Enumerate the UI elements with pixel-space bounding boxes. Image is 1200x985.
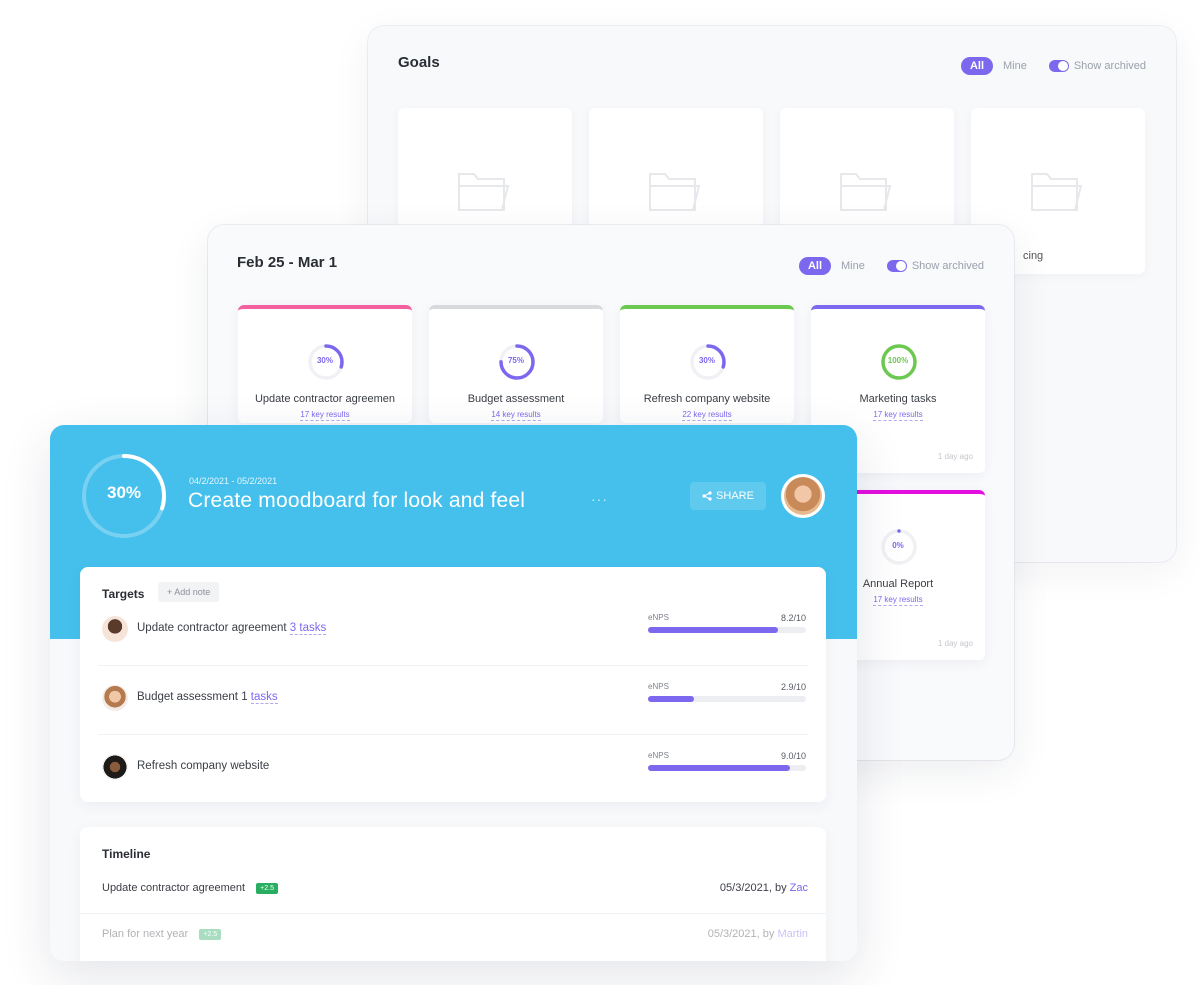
delta-badge: +2.5 [256,883,278,894]
target-row[interactable]: Refresh company website eNPS 9.0/10 [98,735,808,804]
goal-name: Marketing tasks [859,393,937,405]
filter-all-button[interactable]: All [960,57,993,75]
target-metric: eNPS 2.9/10 [648,682,806,702]
target-metric: eNPS 9.0/10 [648,751,806,771]
show-archived-label: Show archived [911,260,984,272]
target-row[interactable]: Update contractor agreement 3 tasks eNPS… [98,597,808,666]
goal-name: Update contractor agreemen [254,393,396,405]
show-archived-toggle[interactable] [886,260,907,272]
timeline-meta: 05/3/2021, by Zac [719,882,808,894]
goal-progress-label: 100% [887,356,909,365]
assignee-avatar [102,685,128,711]
filter-mine-button[interactable]: Mine [841,260,865,272]
goal-progress-label: 30% [106,483,142,502]
timeline-title: Timeline [102,847,151,861]
progress-bar-fill [648,627,778,633]
goal-owner-avatar[interactable] [781,474,825,518]
share-button[interactable]: SHARE [690,482,766,510]
goal-detail-card: 30% 04/2/2021 - 05/2/2021 Create moodboa… [50,425,857,961]
tasks-link[interactable]: tasks [250,691,278,704]
folder-icon [840,173,892,211]
updated-ago: 1 day ago [937,639,973,648]
delta-badge: +2.5 [199,929,222,940]
goal-progress-label: 30% [698,356,715,365]
show-archived-label: Show archived [1073,60,1146,72]
goal-progress-label: 30% [316,356,333,365]
timeline-item[interactable]: Update contractor agreement +2.5 05/3/20… [102,882,808,902]
timeline-meta: 05/3/2021, by Martin [707,928,808,940]
goal-progress-label: 75% [507,356,524,365]
tasks-link[interactable]: 3 tasks [289,622,327,635]
goal-title: Create moodboard for look and feel [188,489,526,512]
share-label: SHARE [716,490,754,502]
key-results-link[interactable]: 14 key results [429,410,603,421]
author-link[interactable]: Zac [790,882,808,894]
goal-card[interactable]: 30% Update contractor agreemen 17 key re… [238,305,412,423]
goal-date-range: 04/2/2021 - 05/2/2021 [189,476,278,486]
week-range-title: Feb 25 - Mar 1 [237,254,338,271]
divider [80,913,826,914]
filter-all-button[interactable]: All [798,257,831,275]
progress-bar [648,696,806,702]
goals-title: Goals [398,54,440,71]
show-archived-toggle[interactable] [1048,60,1069,72]
timeline-section: Timeline Update contractor agreement +2.… [80,827,826,961]
timeline-item-name: Plan for next year [102,928,189,940]
folder-icon [1031,173,1083,211]
author-link[interactable]: Martin [777,928,808,940]
target-name: Budget assessment 1 tasks [137,691,278,704]
targets-section: Targets + Add note Update contractor agr… [80,567,826,802]
assignee-avatar [102,754,128,780]
share-icon [702,491,712,501]
timeline-item[interactable]: Plan for next year +2.5 05/3/2021, by Ma… [102,928,808,948]
goal-card[interactable]: 30% Refresh company website 22 key resul… [620,305,794,423]
progress-bar-fill [648,765,791,771]
goal-name: Budget assessment [467,393,565,405]
key-results-link[interactable]: 17 key results [238,410,412,421]
filter-mine-button[interactable]: Mine [1003,60,1027,72]
goal-name: Refresh company website [643,393,771,405]
metric-value: 8.2/10 [780,613,806,623]
target-metric: eNPS 8.2/10 [648,613,806,633]
more-options-icon[interactable]: ··· [591,491,608,507]
week-filter: All Mine Show archived [798,257,984,275]
metric-value: 9.0/10 [780,751,806,761]
target-row[interactable]: Budget assessment 1 tasks eNPS 2.9/10 [98,666,808,735]
goal-card[interactable]: 75% Budget assessment 14 key results [429,305,603,423]
assignee-avatar [102,616,128,642]
key-results-link[interactable]: 22 key results [620,410,794,421]
key-results-link[interactable]: 17 key results [811,410,985,421]
metric-value: 2.9/10 [780,682,806,692]
progress-bar [648,765,806,771]
timeline-item-name: Update contractor agreement [102,882,246,894]
updated-ago: 1 day ago [937,452,973,461]
progress-bar [648,627,806,633]
progress-bar-fill [648,696,694,702]
target-name: Refresh company website [137,760,270,772]
goals-filter: All Mine Show archived [960,57,1146,75]
folder-icon [649,173,701,211]
folder-name: cing [1023,250,1044,262]
folder-icon [458,173,510,211]
target-name: Update contractor agreement 3 tasks [137,622,327,635]
